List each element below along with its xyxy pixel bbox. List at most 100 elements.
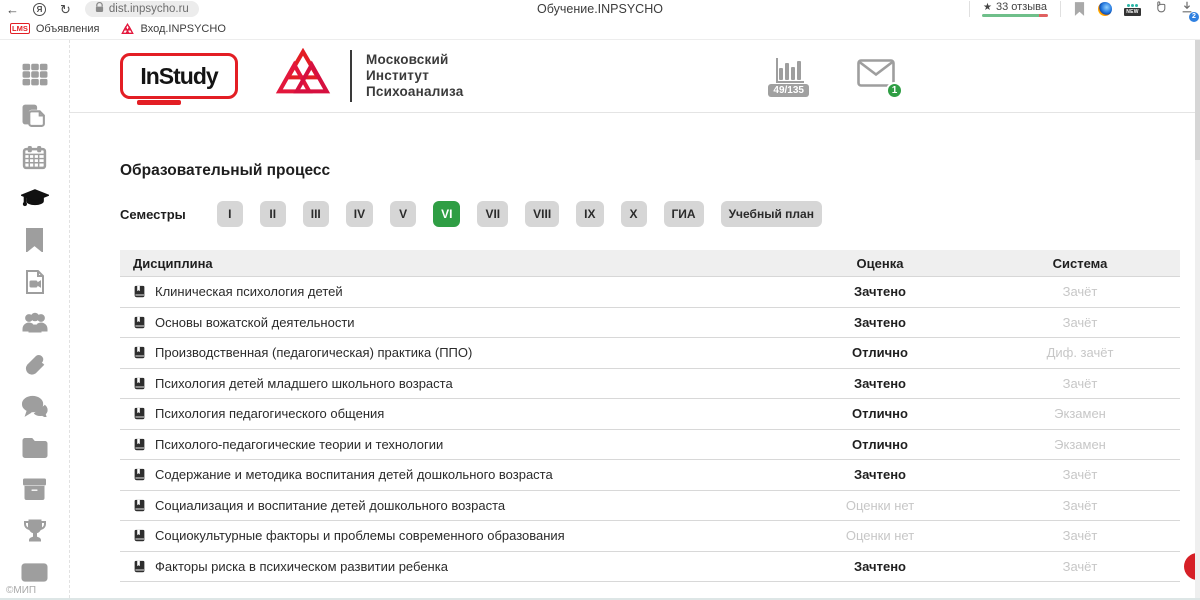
table-row[interactable]: Психология детей младшего школьного возр… bbox=[120, 369, 1180, 400]
grade-value: Оценки нет bbox=[780, 498, 980, 513]
calendar-icon[interactable] bbox=[21, 143, 49, 171]
table-row[interactable]: Клиническая психология детей Зачтено Зач… bbox=[120, 277, 1180, 308]
trophy-icon[interactable] bbox=[21, 517, 49, 545]
table-row[interactable]: Содержание и методика воспитания детей д… bbox=[120, 460, 1180, 491]
refresh-icon[interactable]: ↻ bbox=[60, 3, 71, 16]
discipline-name: Социокультурные факторы и проблемы совре… bbox=[155, 528, 565, 543]
semester-button[interactable]: I bbox=[217, 201, 243, 227]
discipline-name: Психология детей младшего школьного возр… bbox=[155, 376, 453, 391]
table-row[interactable]: Социокультурные факторы и проблемы совре… bbox=[120, 521, 1180, 552]
star-icon: ★ bbox=[983, 2, 992, 13]
institute-name: Московский Институт Психоанализа bbox=[366, 52, 463, 101]
grade-system: Зачёт bbox=[980, 467, 1180, 482]
site-header: InStudy Московский Институт Психоанализа… bbox=[70, 40, 1200, 113]
downloads-icon[interactable]: 2 bbox=[1180, 0, 1194, 19]
reviews-count: 33 отзыва bbox=[996, 1, 1047, 13]
semester-button[interactable]: II bbox=[260, 201, 286, 227]
browser-toolbar: ← Я ↻ dist.inpsycho.ru Обучение.INPSYCHO… bbox=[0, 0, 1200, 18]
semester-button[interactable]: ГИА bbox=[664, 201, 704, 227]
site-reviews-widget[interactable]: ★ 33 отзыва bbox=[969, 1, 1061, 17]
discipline-name: Клиническая психология детей bbox=[155, 284, 343, 299]
documents-icon[interactable] bbox=[21, 102, 49, 130]
semester-button[interactable]: V bbox=[390, 201, 416, 227]
collections-hand-icon[interactable] bbox=[1153, 0, 1167, 19]
bookmark-login[interactable]: Вход.INPSYCHO bbox=[121, 23, 225, 35]
education-process-section: Образовательный процесс Семестры IIIIIII… bbox=[70, 113, 1200, 582]
back-icon[interactable]: ← bbox=[6, 3, 19, 16]
table-row[interactable]: Психолого-педагогические теории и технол… bbox=[120, 430, 1180, 461]
grade-value: Оценки нет bbox=[780, 528, 980, 543]
grade-system: Экзамен bbox=[980, 406, 1180, 421]
semester-button[interactable]: VII bbox=[477, 201, 508, 227]
grade-value: Отлично bbox=[780, 345, 980, 360]
semesters-label: Семестры bbox=[120, 207, 186, 222]
table-row[interactable]: Социализация и воспитание детей дошкольн… bbox=[120, 491, 1180, 522]
archive-icon[interactable] bbox=[21, 475, 49, 503]
bookmark-icon[interactable] bbox=[21, 226, 49, 254]
address-bar[interactable]: dist.inpsycho.ru bbox=[85, 1, 199, 17]
graduation-cap-icon[interactable] bbox=[21, 185, 49, 213]
book-icon bbox=[133, 316, 146, 329]
instudy-logo[interactable]: InStudy bbox=[120, 53, 238, 99]
bookmark-flag-icon[interactable] bbox=[1074, 2, 1085, 16]
semester-button[interactable]: Учебный план bbox=[721, 201, 822, 227]
table-row[interactable]: Факторы риска в психическом развитии реб… bbox=[120, 552, 1180, 583]
progress-stats-button[interactable]: 49/135 bbox=[768, 56, 809, 97]
semester-button[interactable]: VI bbox=[433, 201, 460, 227]
bookmark-announcements[interactable]: LMS Объявления bbox=[10, 23, 99, 35]
paperclip-icon[interactable] bbox=[21, 351, 49, 379]
book-icon bbox=[133, 407, 146, 420]
book-icon bbox=[133, 560, 146, 573]
id-card-icon[interactable] bbox=[21, 558, 49, 586]
table-row[interactable]: Основы вожатской деятельности Зачтено За… bbox=[120, 308, 1180, 339]
table-row[interactable]: Психология педагогического общения Отлич… bbox=[120, 399, 1180, 430]
browser-extension-icon[interactable] bbox=[1098, 2, 1112, 16]
yandex-profile-icon[interactable]: Я bbox=[33, 3, 46, 16]
col-discipline: Дисциплина bbox=[120, 256, 780, 271]
downloads-badge: 2 bbox=[1189, 12, 1199, 22]
semester-button[interactable]: X bbox=[621, 201, 647, 227]
video-file-icon[interactable] bbox=[21, 268, 49, 296]
semester-button[interactable]: VIII bbox=[525, 201, 559, 227]
semester-buttons: IIIIIIIVVVIVIIVIIIIXXГИАУчебный план bbox=[217, 201, 822, 227]
book-icon bbox=[133, 285, 146, 298]
grade-value: Зачтено bbox=[780, 284, 980, 299]
grade-value: Зачтено bbox=[780, 376, 980, 391]
grade-value: Отлично bbox=[780, 437, 980, 452]
semester-button[interactable]: IV bbox=[346, 201, 373, 227]
grade-system: Экзамен bbox=[980, 437, 1180, 452]
mip-favicon bbox=[121, 23, 134, 35]
table-row[interactable]: Производственная (педагогическая) практи… bbox=[120, 338, 1180, 369]
col-system: Система bbox=[980, 256, 1180, 271]
people-icon[interactable] bbox=[21, 309, 49, 337]
mail-button[interactable]: 1 bbox=[857, 59, 895, 92]
url-text: dist.inpsycho.ru bbox=[109, 3, 189, 15]
grade-system: Зачёт bbox=[980, 528, 1180, 543]
browser-window: ← Я ↻ dist.inpsycho.ru Обучение.INPSYCHO… bbox=[0, 0, 1200, 600]
semester-button[interactable]: IX bbox=[576, 201, 603, 227]
grade-system: Зачёт bbox=[980, 284, 1180, 299]
grade-system: Диф. зачёт bbox=[980, 345, 1180, 360]
book-icon bbox=[133, 499, 146, 512]
vertical-scrollbar[interactable] bbox=[1195, 40, 1200, 598]
discipline-name: Факторы риска в психическом развитии реб… bbox=[155, 559, 448, 574]
book-icon bbox=[133, 377, 146, 390]
new-extension-icon[interactable]: NEW bbox=[1125, 3, 1140, 16]
folder-icon[interactable] bbox=[21, 434, 49, 462]
discipline-name: Содержание и методика воспитания детей д… bbox=[155, 467, 553, 482]
bookmarks-bar: LMS Объявления Вход.INPSYCHO bbox=[0, 18, 1200, 40]
grade-value: Зачтено bbox=[780, 559, 980, 574]
new-badge: NEW bbox=[1124, 8, 1141, 16]
lock-icon bbox=[95, 0, 104, 18]
disciplines-table: Дисциплина Оценка Система Клиническа bbox=[120, 250, 1180, 582]
page-title: Образовательный процесс bbox=[120, 162, 1180, 180]
discipline-name: Основы вожатской деятельности bbox=[155, 315, 355, 330]
grade-system: Зачёт bbox=[980, 376, 1180, 391]
grade-value: Зачтено bbox=[780, 467, 980, 482]
apps-grid-icon[interactable] bbox=[21, 60, 49, 88]
progress-badge: 49/135 bbox=[768, 84, 809, 97]
chat-icon[interactable] bbox=[21, 392, 49, 420]
table-body: Клиническая психология детей Зачтено Зач… bbox=[120, 277, 1180, 582]
semester-button[interactable]: III bbox=[303, 201, 329, 227]
discipline-name: Производственная (педагогическая) практи… bbox=[155, 345, 472, 360]
